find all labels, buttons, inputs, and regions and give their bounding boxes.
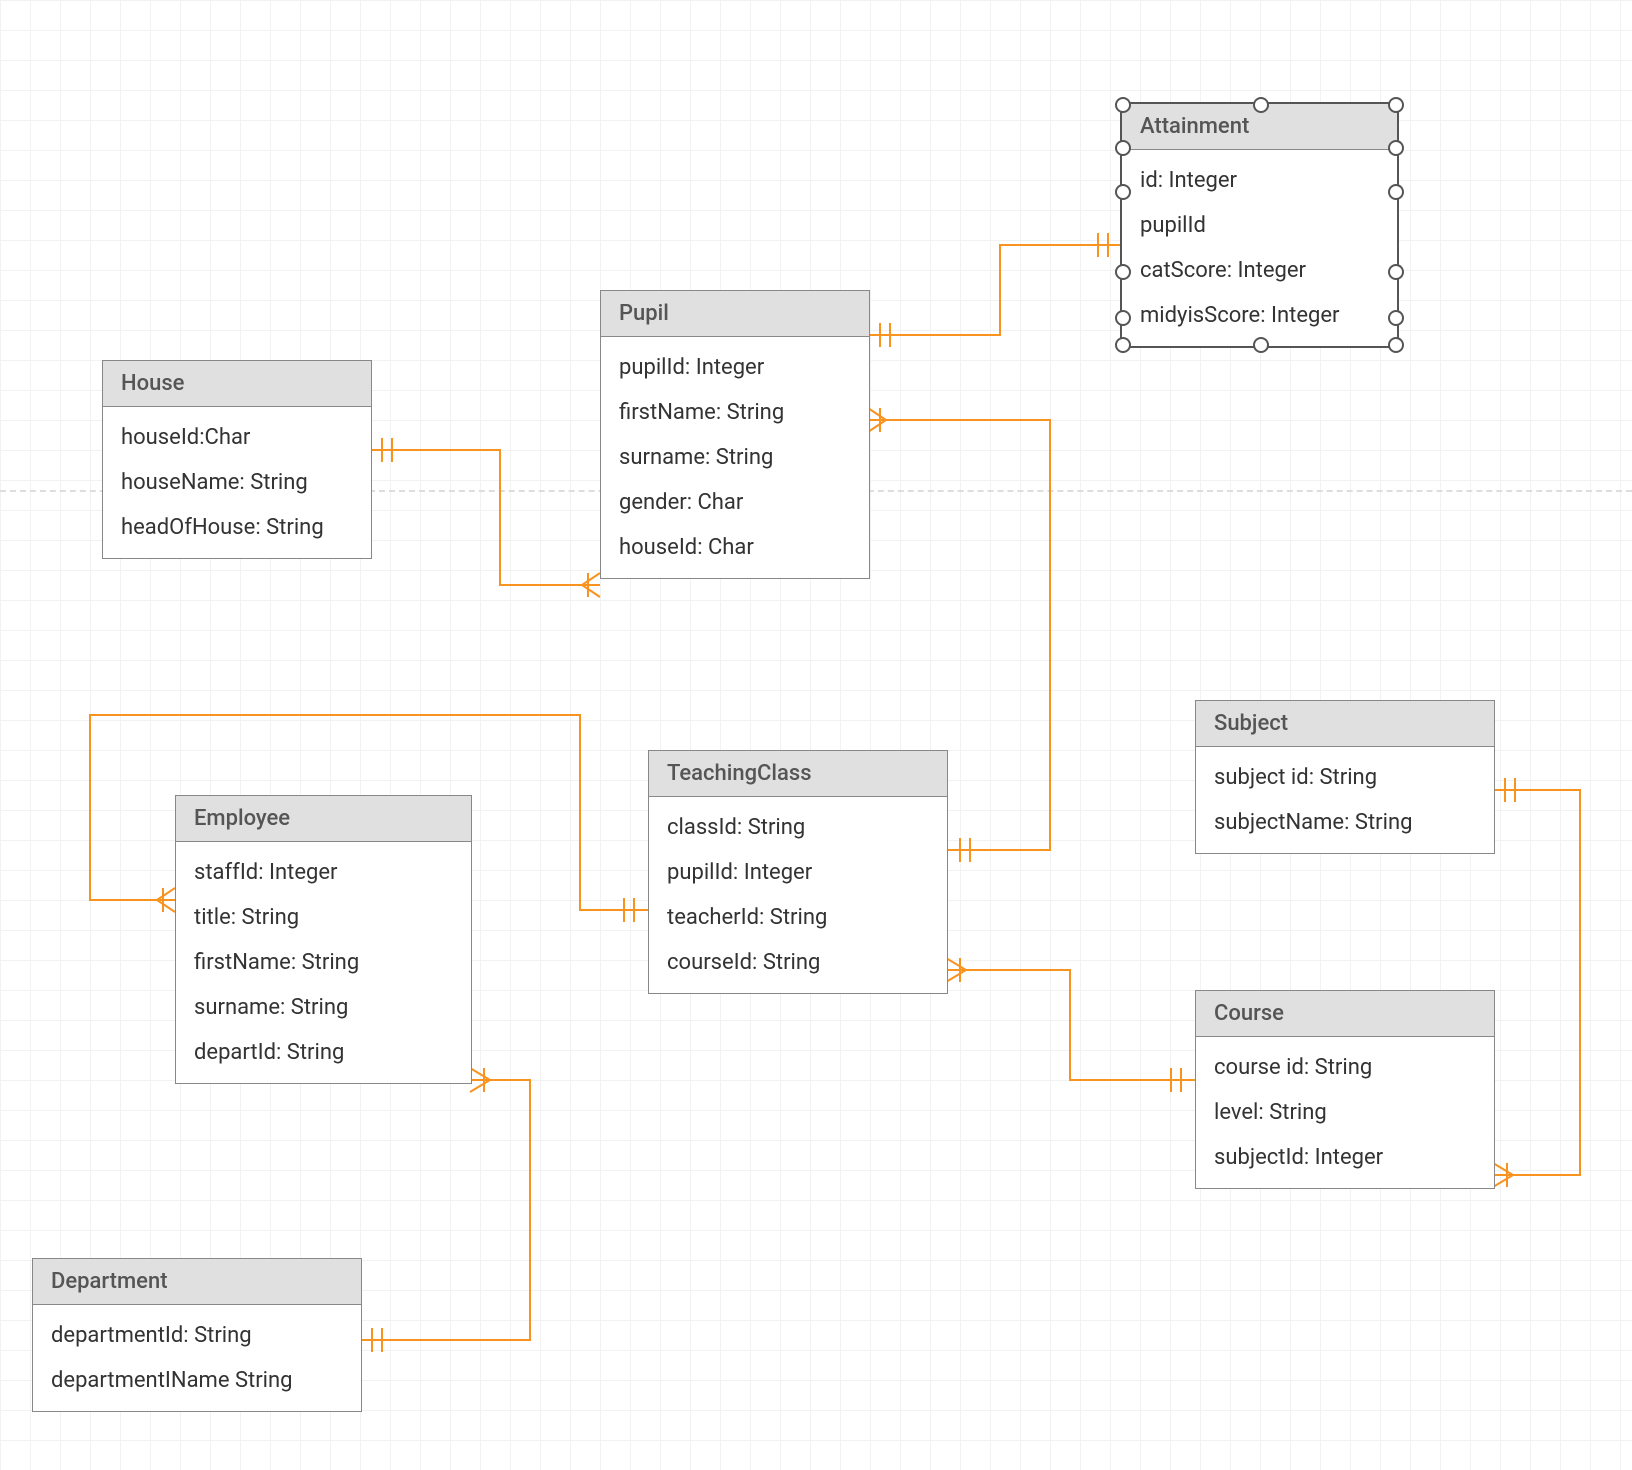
resize-handle[interactable] [1388,264,1404,280]
entity-department[interactable]: Department departmentId: String departme… [32,1258,362,1412]
attr-row: gender: Char [601,480,869,525]
attr-row: courseId: String [649,940,947,985]
attr-row: surname: String [176,985,471,1030]
resize-handle[interactable] [1115,97,1131,113]
resize-handle[interactable] [1115,184,1131,200]
resize-handle[interactable] [1388,310,1404,326]
attr-row: houseName: String [103,460,371,505]
attr-row: departmentIName String [33,1358,361,1403]
entity-title: Subject [1196,701,1494,747]
attr-row: title: String [176,895,471,940]
entity-title: Course [1196,991,1494,1037]
entity-employee[interactable]: Employee staffId: Integer title: String … [175,795,472,1084]
resize-handle[interactable] [1388,97,1404,113]
resize-handle[interactable] [1388,184,1404,200]
attr-row: pupilId [1122,203,1397,248]
attr-row: houseId: Char [601,525,869,570]
attr-row: pupilId: Integer [601,345,869,390]
entity-subject[interactable]: Subject subject id: String subjectName: … [1195,700,1495,854]
attr-row: subject id: String [1196,755,1494,800]
attr-row: teacherId: String [649,895,947,940]
attr-row: firstName: String [176,940,471,985]
entity-title: Department [33,1259,361,1305]
entity-title: Employee [176,796,471,842]
attr-row: surname: String [601,435,869,480]
resize-handle[interactable] [1388,337,1404,353]
attr-row: pupilId: Integer [649,850,947,895]
attr-row: departId: String [176,1030,471,1075]
attr-row: catScore: Integer [1122,248,1397,293]
resize-handle[interactable] [1115,264,1131,280]
entity-house[interactable]: House houseId:Char houseName: String hea… [102,360,372,559]
attr-row: departmentId: String [33,1313,361,1358]
attr-row: firstName: String [601,390,869,435]
entity-teachingclass[interactable]: TeachingClass classId: String pupilId: I… [648,750,948,994]
entity-title: House [103,361,371,407]
entity-course[interactable]: Course course id: String level: String s… [1195,990,1495,1189]
attr-row: course id: String [1196,1045,1494,1090]
entity-title: Pupil [601,291,869,337]
attr-row: level: String [1196,1090,1494,1135]
attr-row: subjectName: String [1196,800,1494,845]
resize-handle[interactable] [1115,337,1131,353]
attr-row: subjectId: Integer [1196,1135,1494,1180]
entity-attainment[interactable]: Attainment id: Integer pupilId catScore:… [1120,102,1399,348]
entity-pupil[interactable]: Pupil pupilId: Integer firstName: String… [600,290,870,579]
resize-handle[interactable] [1115,310,1131,326]
attr-row: staffId: Integer [176,850,471,895]
attr-row: id: Integer [1122,158,1397,203]
entity-title: TeachingClass [649,751,947,797]
attr-row: midyisScore: Integer [1122,293,1397,338]
resize-handle[interactable] [1253,337,1269,353]
attr-row: houseId:Char [103,415,371,460]
attr-row: classId: String [649,805,947,850]
attr-row: headOfHouse: String [103,505,371,550]
resize-handle[interactable] [1253,97,1269,113]
